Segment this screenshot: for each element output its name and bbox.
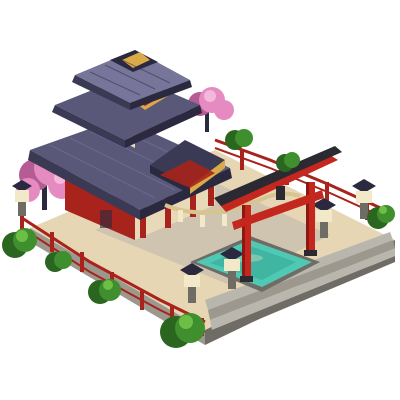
green-bush-icon bbox=[45, 251, 72, 272]
green-bush-icon bbox=[225, 129, 253, 150]
green-bush-icon bbox=[367, 205, 395, 229]
shrine-illustration bbox=[2, 50, 395, 348]
main-pagoda-roof-icon bbox=[52, 50, 202, 148]
green-bush-icon bbox=[88, 279, 121, 304]
stone-lantern-icon bbox=[12, 180, 32, 216]
green-bush-icon bbox=[2, 228, 37, 258]
game-asset-scene bbox=[0, 0, 400, 400]
